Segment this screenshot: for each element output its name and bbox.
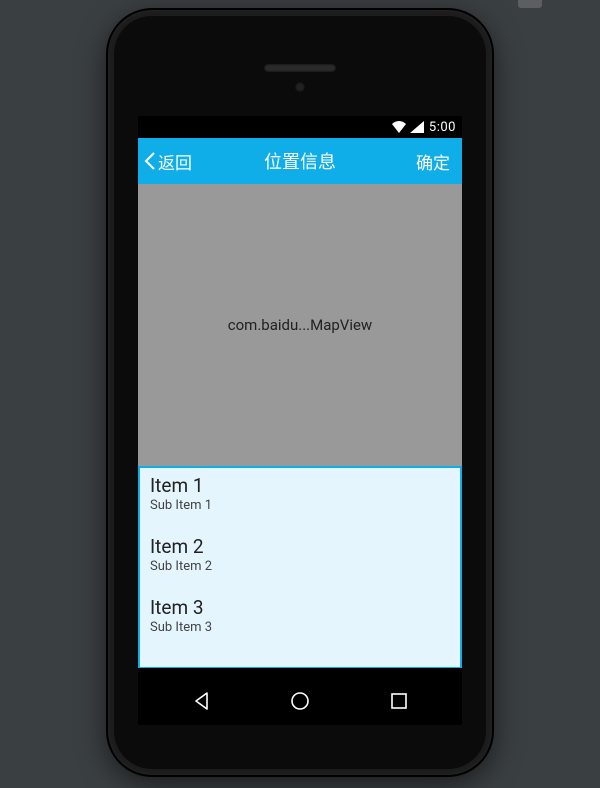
- editor-tab-stub: [518, 0, 542, 8]
- list-item-title: Item 3: [150, 598, 450, 619]
- android-nav-bar: [138, 677, 462, 725]
- confirm-label: 确定: [416, 149, 450, 174]
- phone-front-camera: [295, 82, 305, 92]
- back-button[interactable]: 返回: [138, 138, 198, 184]
- triangle-back-icon: [191, 690, 213, 712]
- list-item-title: Item 1: [150, 476, 450, 497]
- wifi-icon: [391, 121, 407, 133]
- list-item[interactable]: Item 1 Sub Item 1: [140, 468, 460, 519]
- list-item-title: Item 2: [150, 537, 450, 558]
- status-bar: 5:00: [138, 116, 462, 138]
- list-item-subtitle: Sub Item 1: [150, 498, 450, 513]
- location-list[interactable]: Item 1 Sub Item 1 Item 2 Sub Item 2 Item…: [138, 466, 462, 668]
- nav-recent-button[interactable]: [364, 677, 434, 725]
- confirm-button[interactable]: 确定: [404, 138, 462, 184]
- list-item-subtitle: Sub Item 2: [150, 559, 450, 574]
- nav-home-button[interactable]: [265, 677, 335, 725]
- screen-bottom-strip: [138, 668, 462, 677]
- phone-device-inner: 5:00 返回 位置信息 确定 com.b: [114, 16, 486, 769]
- status-time: 5:00: [429, 120, 456, 135]
- nav-back-button[interactable]: [167, 677, 237, 725]
- list-item[interactable]: Item 2 Sub Item 2: [140, 529, 460, 580]
- signal-icon: [410, 121, 424, 133]
- phone-screen: 5:00 返回 位置信息 确定 com.b: [138, 116, 462, 677]
- map-placeholder-text: com.baidu...MapView: [228, 316, 372, 334]
- square-recent-icon: [389, 691, 409, 711]
- back-label: 返回: [158, 149, 192, 174]
- phone-earpiece: [264, 64, 336, 72]
- map-view[interactable]: com.baidu...MapView: [138, 184, 462, 466]
- circle-home-icon: [289, 690, 311, 712]
- phone-device-frame: 5:00 返回 位置信息 确定 com.b: [108, 10, 492, 775]
- list-item-subtitle: Sub Item 3: [150, 620, 450, 635]
- app-bar: 返回 位置信息 确定: [138, 138, 462, 184]
- list-item[interactable]: Item 3 Sub Item 3: [140, 590, 460, 641]
